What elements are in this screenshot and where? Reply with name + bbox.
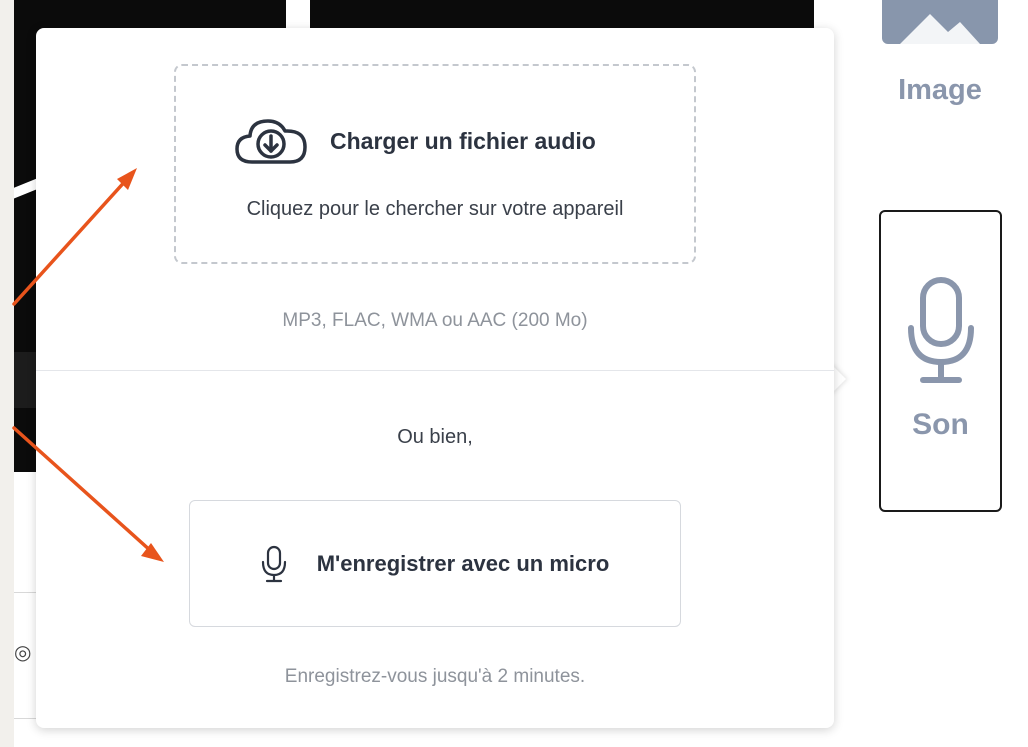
divider [36,370,834,371]
microphone-icon [261,545,286,582]
upload-audio-dropzone[interactable]: Charger un fichier audio Cliquez pour le… [174,64,696,264]
record-microphone-button[interactable]: M'enregistrer avec un micro [189,500,681,627]
sound-option-label: Son [912,408,969,441]
supported-formats-text: MP3, FLAC, WMA ou AAC (200 Mo) [282,310,588,331]
cloud-upload-icon [235,119,307,164]
record-button-label: M'enregistrer avec un micro [316,550,610,576]
upload-subtitle: Cliquez pour le chercher sur votre appar… [246,198,624,220]
divider [14,718,36,719]
image-option[interactable]: Image [882,0,998,120]
record-hint-text: Enregistrez-vous jusqu'à 2 minutes. [284,666,586,687]
upload-header: Charger un fichier audio [234,116,596,166]
or-separator-text: Ou bien, [397,426,473,448]
image-icon [882,0,998,44]
divider [14,592,36,593]
sound-option[interactable]: Son [879,210,1002,512]
settings-icon[interactable]: ◎ [14,638,36,668]
audio-popup: Charger un fichier audio Cliquez pour le… [36,28,834,728]
upload-title: Charger un fichier audio [330,127,596,154]
image-option-label: Image [898,74,982,106]
microphone-icon [907,276,975,386]
